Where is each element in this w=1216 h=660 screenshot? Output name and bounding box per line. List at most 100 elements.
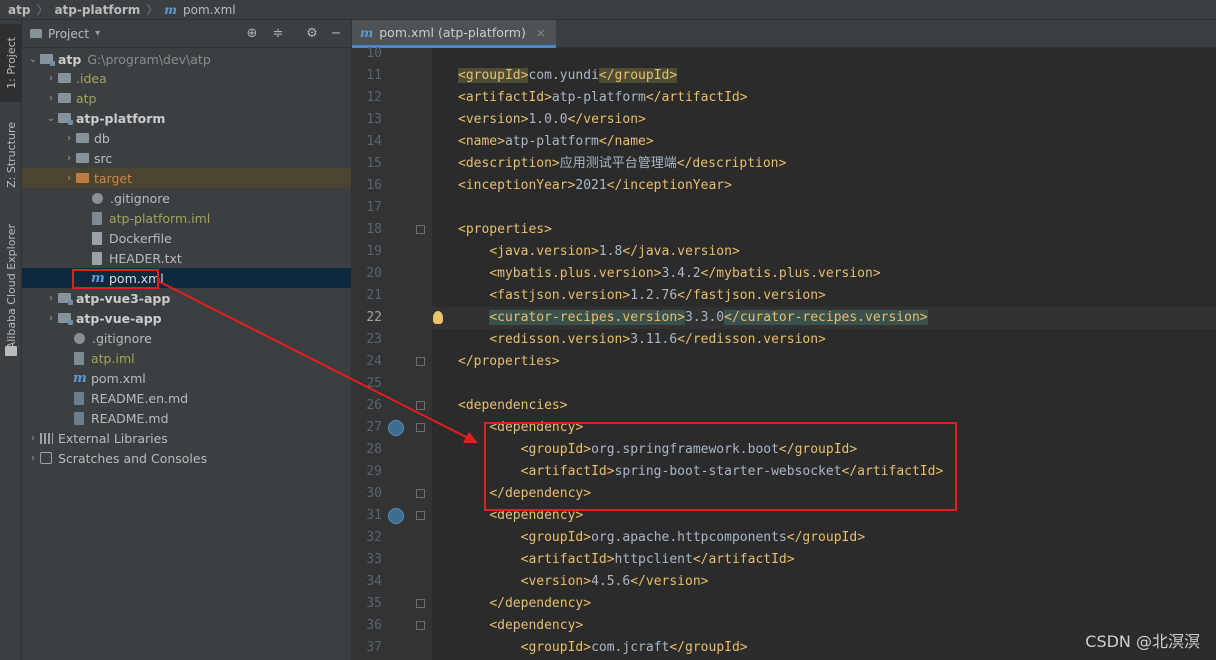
code-line[interactable]: <artifactId>atp-platform</artifactId> [432, 87, 1216, 109]
tree-item-atp-folder[interactable]: › atp [22, 88, 351, 108]
collapse-icon[interactable]: ≑ [270, 26, 286, 42]
code-line[interactable]: <fastjson.version>1.2.76</fastjson.versi… [432, 285, 1216, 307]
code-line[interactable]: </properties> [432, 351, 1216, 373]
tool-tab-structure[interactable]: Z: Structure [0, 114, 22, 196]
code-line[interactable]: <name>atp-platform</name> [432, 131, 1216, 153]
tree-item-label: atp.iml [91, 350, 135, 366]
tree-item-dockerfile[interactable]: Dockerfile [22, 228, 351, 248]
chevron-right-icon[interactable]: › [62, 173, 76, 184]
line-number: 11 [366, 68, 382, 83]
tree-item-label: atp-platform.iml [109, 210, 211, 226]
code-line[interactable] [432, 197, 1216, 219]
dependency-gutter-icon[interactable] [388, 508, 404, 524]
tree-item-label: atp-vue3-app [76, 290, 171, 306]
gitignore-file-icon [74, 332, 85, 344]
text-file-icon [92, 251, 102, 265]
tree-item-atp-vue3-app[interactable]: › atp-vue3-app [22, 288, 351, 308]
tree-item-readme-en[interactable]: README.en.md [22, 388, 351, 408]
chevron-right-icon[interactable]: › [44, 313, 58, 324]
tree-item-root-gitignore[interactable]: .gitignore [22, 328, 351, 348]
minimize-icon[interactable]: − [328, 26, 344, 42]
tree-item-label: db [94, 130, 110, 146]
tree-item-atp-vue-app[interactable]: › atp-vue-app [22, 308, 351, 328]
fold-toggle-icon[interactable] [416, 225, 425, 234]
code-line[interactable]: <java.version>1.8</java.version> [432, 241, 1216, 263]
fold-toggle-icon[interactable] [416, 599, 425, 608]
tree-item-label: External Libraries [58, 430, 168, 446]
fold-toggle-icon[interactable] [416, 357, 425, 366]
project-panel-title[interactable]: Project [48, 27, 89, 41]
tree-item-atp-platform[interactable]: ⌄ atp-platform [22, 108, 351, 128]
tab-label: pom.xml (atp-platform) [379, 25, 526, 40]
tree-item-atp-iml[interactable]: atp.iml [22, 348, 351, 368]
tool-tab-project[interactable]: 1: Project [0, 24, 22, 102]
code-line[interactable] [432, 43, 1216, 65]
dependency-gutter-icon[interactable] [388, 420, 404, 436]
code-line[interactable]: <version>4.5.6</version> [432, 571, 1216, 593]
line-number: 29 [366, 464, 382, 479]
tree-item-scratches[interactable]: › Scratches and Consoles [22, 448, 351, 468]
chevron-right-icon[interactable]: › [26, 453, 40, 464]
fold-toggle-icon[interactable] [416, 621, 425, 630]
code-line[interactable]: <inceptionYear>2021</inceptionYear> [432, 175, 1216, 197]
tree-item-readme[interactable]: README.md [22, 408, 351, 428]
tree-item-target[interactable]: › target [22, 168, 351, 188]
tree-item-gitignore[interactable]: .gitignore [22, 188, 351, 208]
code-line[interactable]: <curator-recipes.version>3.3.0</curator-… [432, 307, 1216, 329]
code-line[interactable] [432, 373, 1216, 395]
chevron-right-icon[interactable]: › [26, 433, 40, 444]
breadcrumb-root[interactable]: atp [8, 3, 30, 17]
fold-toggle-icon[interactable] [416, 423, 425, 432]
iml-file-icon [74, 351, 84, 365]
chevron-right-icon[interactable]: › [44, 93, 58, 104]
tool-tab-alibaba-cloud[interactable]: Alibaba Cloud Explorer [0, 212, 22, 362]
annotation-box-tree [72, 269, 159, 289]
code-area[interactable]: <groupId>com.yundi</groupId> <artifactId>… [432, 48, 1216, 660]
editor: m pom.xml (atp-platform) × 10 11 12 13 14 15 1… [352, 20, 1216, 660]
code-line[interactable]: <version>1.0.0</version> [432, 109, 1216, 131]
code-line[interactable]: <groupId>org.apache.httpcomponents</grou… [432, 527, 1216, 549]
chevron-down-icon[interactable]: ⌄ [44, 113, 58, 124]
code-line[interactable]: <properties> [432, 219, 1216, 241]
fold-toggle-icon[interactable] [416, 401, 425, 410]
code-line[interactable]: </dependency> [432, 593, 1216, 615]
alibaba-cloud-icon[interactable] [5, 346, 17, 356]
tree-item-label: .idea [76, 70, 107, 86]
line-number: 32 [366, 530, 382, 545]
close-icon[interactable]: × [536, 26, 546, 40]
chevron-right-icon[interactable]: › [44, 293, 58, 304]
tree-item-label: HEADER.txt [109, 250, 182, 266]
breadcrumb-file[interactable]: pom.xml [183, 3, 236, 17]
tree-item-external-libraries[interactable]: › External Libraries [22, 428, 351, 448]
chevron-right-icon[interactable]: › [62, 133, 76, 144]
gear-icon[interactable]: ⚙ [304, 26, 320, 42]
code-line[interactable]: <dependencies> [432, 395, 1216, 417]
lightbulb-icon[interactable] [433, 311, 443, 324]
tree-item-label: target [94, 170, 133, 186]
code-line[interactable]: <redisson.version>3.11.6</redisson.versi… [432, 329, 1216, 351]
chevron-right-icon[interactable]: › [44, 73, 58, 84]
fold-toggle-icon[interactable] [416, 511, 425, 520]
chevron-down-icon[interactable]: ▾ [95, 28, 100, 39]
tree-item-atp-platform-iml[interactable]: atp-platform.iml [22, 208, 351, 228]
locate-icon[interactable]: ⊕ [244, 26, 260, 42]
line-number: 28 [366, 442, 382, 457]
chevron-right-icon[interactable]: › [62, 153, 76, 164]
code-line[interactable]: <description>应用测试平台管理端</description> [432, 153, 1216, 175]
line-number: 26 [366, 398, 382, 413]
fold-toggle-icon[interactable] [416, 489, 425, 498]
tree-item-db[interactable]: › db [22, 128, 351, 148]
tree-item-atp[interactable]: ⌄ atp G:\program\dev\atp [22, 49, 351, 69]
breadcrumb-module[interactable]: atp-platform [54, 3, 140, 17]
tree-item-header-txt[interactable]: HEADER.txt [22, 248, 351, 268]
code-line[interactable]: <groupId>com.yundi</groupId> [432, 65, 1216, 87]
code-line[interactable]: <mybatis.plus.version>3.4.2</mybatis.plu… [432, 263, 1216, 285]
tree-item-idea[interactable]: › .idea [22, 68, 351, 88]
library-icon [40, 432, 53, 444]
code-line[interactable]: <artifactId>httpclient</artifactId> [432, 549, 1216, 571]
tree-item-label: Dockerfile [109, 230, 172, 246]
tree-item-src[interactable]: › src [22, 148, 351, 168]
module-folder-icon [40, 54, 55, 66]
tree-item-root-pom-xml[interactable]: m pom.xml [22, 368, 351, 388]
chevron-down-icon[interactable]: ⌄ [26, 54, 40, 65]
